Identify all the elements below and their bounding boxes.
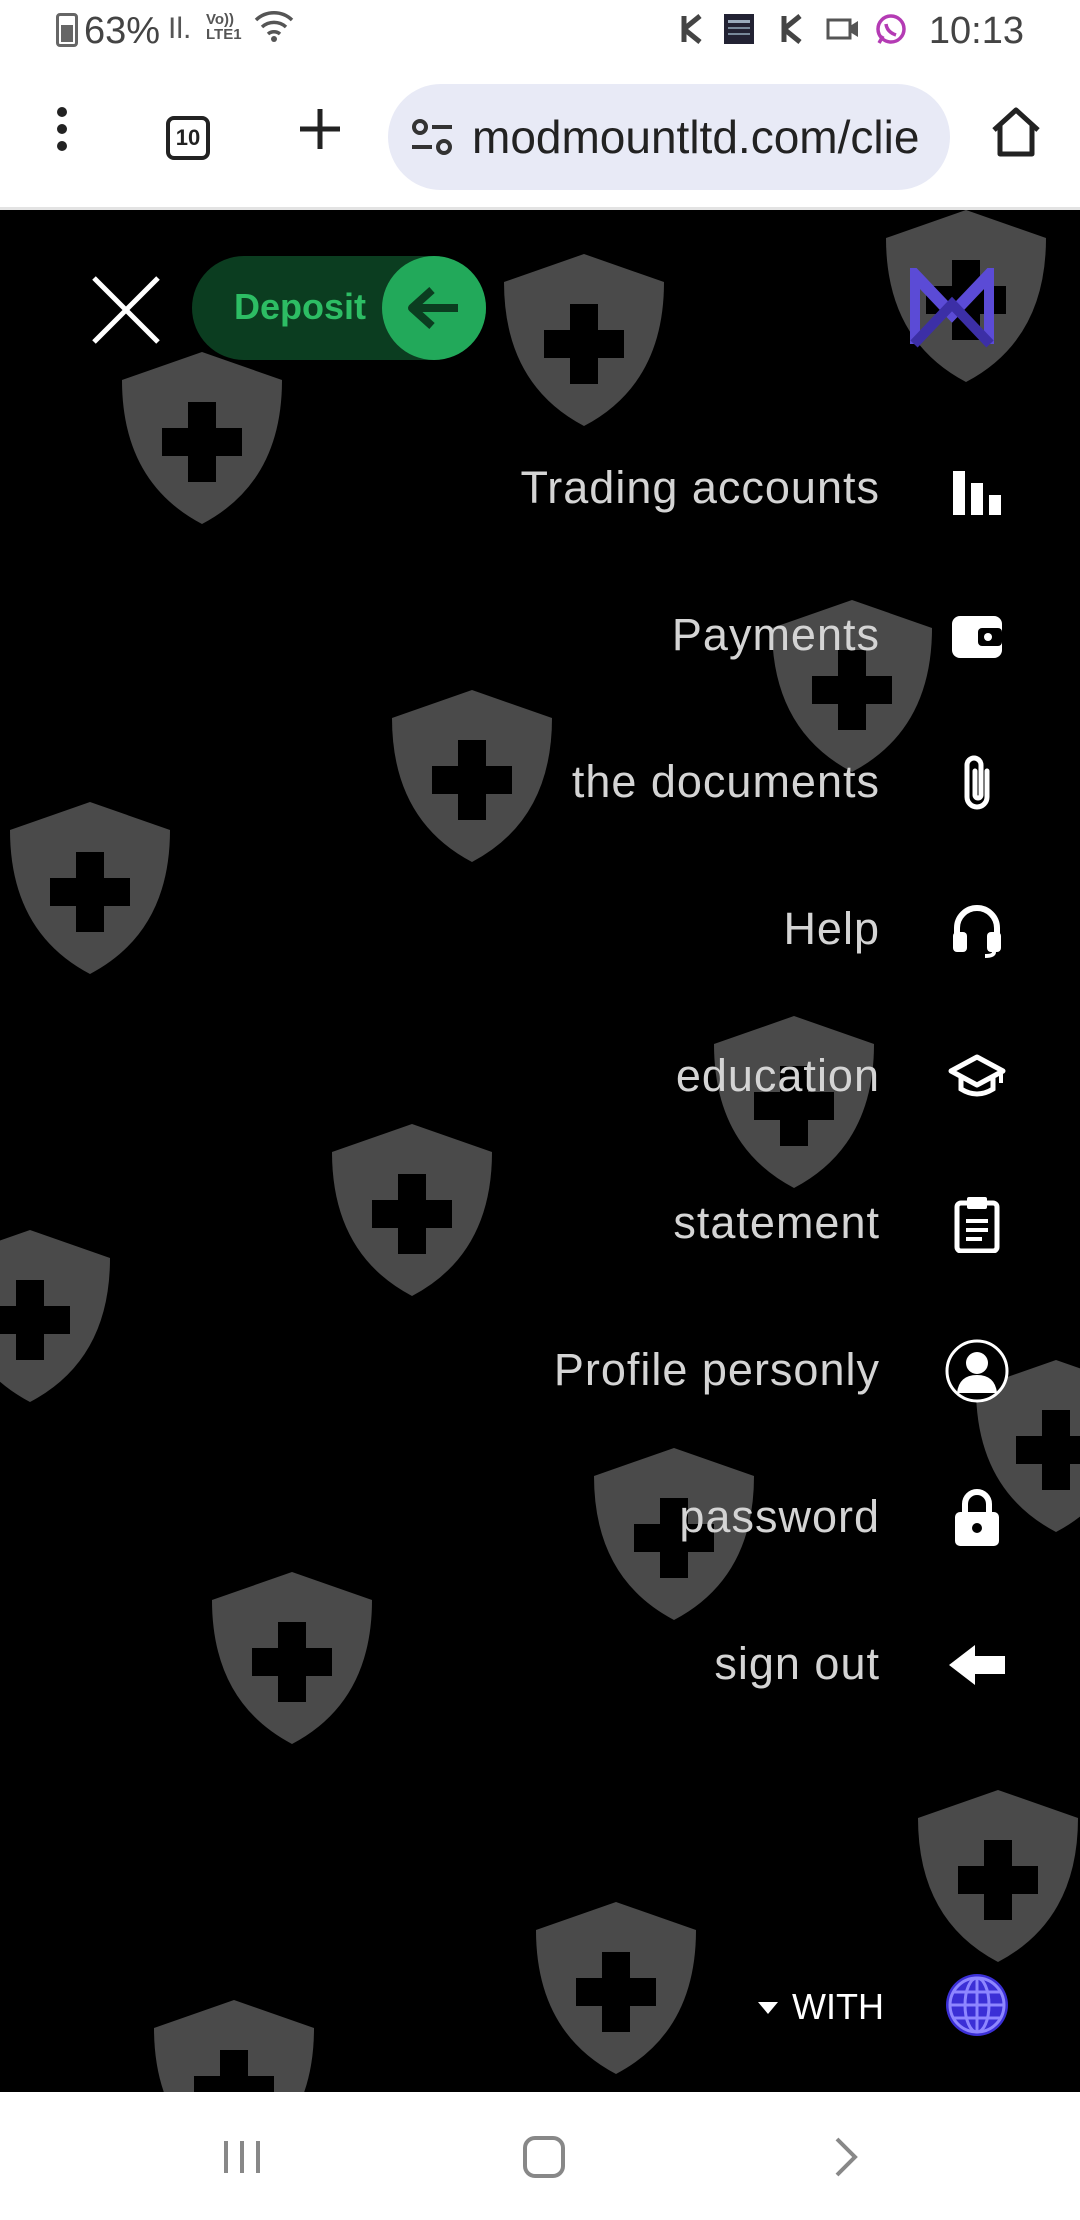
deposit-label: Deposit xyxy=(234,286,367,327)
menu-item-label: Payments xyxy=(671,609,880,660)
globe-icon[interactable] xyxy=(944,1972,1010,2038)
address-bar[interactable]: modmountltd.com/clie xyxy=(388,84,950,190)
tab-switcher-button[interactable]: 10 xyxy=(166,116,210,160)
network-bottom: LTE1 xyxy=(206,26,242,43)
shield-watermark-icon xyxy=(504,254,664,426)
menu-item-label: the documents xyxy=(571,756,880,807)
menu-item-documents[interactable]: the documents xyxy=(0,730,1080,830)
browser-toolbar: 10 modmountltd.com/clie xyxy=(0,64,1080,210)
network-indicator: Vo)) LTE1 xyxy=(206,12,242,42)
menu-item-label: sign out xyxy=(714,1638,880,1689)
graduation-cap-icon xyxy=(944,1044,1010,1110)
menu-item-label: Profile personly xyxy=(553,1344,880,1395)
home-square-icon[interactable] xyxy=(504,2122,584,2192)
shield-watermark-icon xyxy=(536,1902,696,2074)
home-icon[interactable] xyxy=(988,104,1044,160)
menu-item-label: password xyxy=(679,1491,880,1542)
news-app-icon xyxy=(724,14,754,44)
plus-icon[interactable] xyxy=(292,101,348,157)
clock: 10:13 xyxy=(928,10,1024,52)
close-icon[interactable] xyxy=(88,272,164,348)
deposit-button[interactable]: Deposit xyxy=(192,256,486,360)
caret-down-icon xyxy=(758,2002,778,2014)
system-nav-bar xyxy=(0,2092,1080,2220)
shield-watermark-icon xyxy=(918,1790,1078,1962)
battery-percent: 63% xyxy=(84,10,161,52)
menu-item-statement[interactable]: statement xyxy=(0,1171,1080,1271)
menu-item-profile[interactable]: Profile personly xyxy=(0,1318,1080,1418)
battery-icon xyxy=(56,13,78,47)
k-app-icon xyxy=(781,14,802,44)
status-bar: 63% Il. Vo)) LTE1 10:13 xyxy=(0,0,1080,64)
menu-item-help[interactable]: Help xyxy=(0,877,1080,977)
clipboard-icon xyxy=(944,1191,1010,1257)
menu-item-payments[interactable]: Payments xyxy=(0,583,1080,683)
user-circle-icon xyxy=(944,1338,1010,1404)
whatsapp-icon xyxy=(876,14,906,44)
menu-item-sign-out[interactable]: sign out xyxy=(0,1612,1080,1712)
menu-item-label: statement xyxy=(673,1197,880,1248)
paperclip-icon xyxy=(944,750,1010,816)
signal-icon: Il. xyxy=(168,12,192,45)
wallet-icon xyxy=(944,603,1010,669)
menu-item-label: Help xyxy=(783,903,880,954)
headset-icon xyxy=(944,897,1010,963)
wifi-icon xyxy=(254,11,294,42)
language-code: WITH xyxy=(792,1986,884,2027)
arrow-left-icon xyxy=(382,256,486,360)
menu-item-label: Trading accounts xyxy=(520,462,880,513)
menu-item-password[interactable]: password xyxy=(0,1465,1080,1565)
language-selector[interactable]: WITH xyxy=(750,1976,890,2036)
arrow-left-icon xyxy=(944,1632,1010,1698)
lock-icon xyxy=(944,1485,1010,1551)
k-app-icon xyxy=(681,14,702,44)
bar-chart-icon xyxy=(944,456,1010,522)
menu-item-education[interactable]: education xyxy=(0,1024,1080,1124)
tune-icon[interactable] xyxy=(410,118,454,156)
side-menu: Deposit Trading accounts Payments the do… xyxy=(0,210,1080,2092)
shield-watermark-icon xyxy=(154,2000,314,2092)
menu-item-trading-accounts[interactable]: Trading accounts xyxy=(0,436,1080,536)
menu-item-label: education xyxy=(675,1050,880,1101)
chevron-right-icon[interactable] xyxy=(806,2122,886,2192)
missed-call-icon xyxy=(826,18,858,40)
recents-icon[interactable] xyxy=(202,2122,282,2192)
brand-logo-icon xyxy=(910,268,994,348)
url-text[interactable]: modmountltd.com/clie xyxy=(472,110,919,164)
more-vertical-icon[interactable] xyxy=(34,101,90,157)
